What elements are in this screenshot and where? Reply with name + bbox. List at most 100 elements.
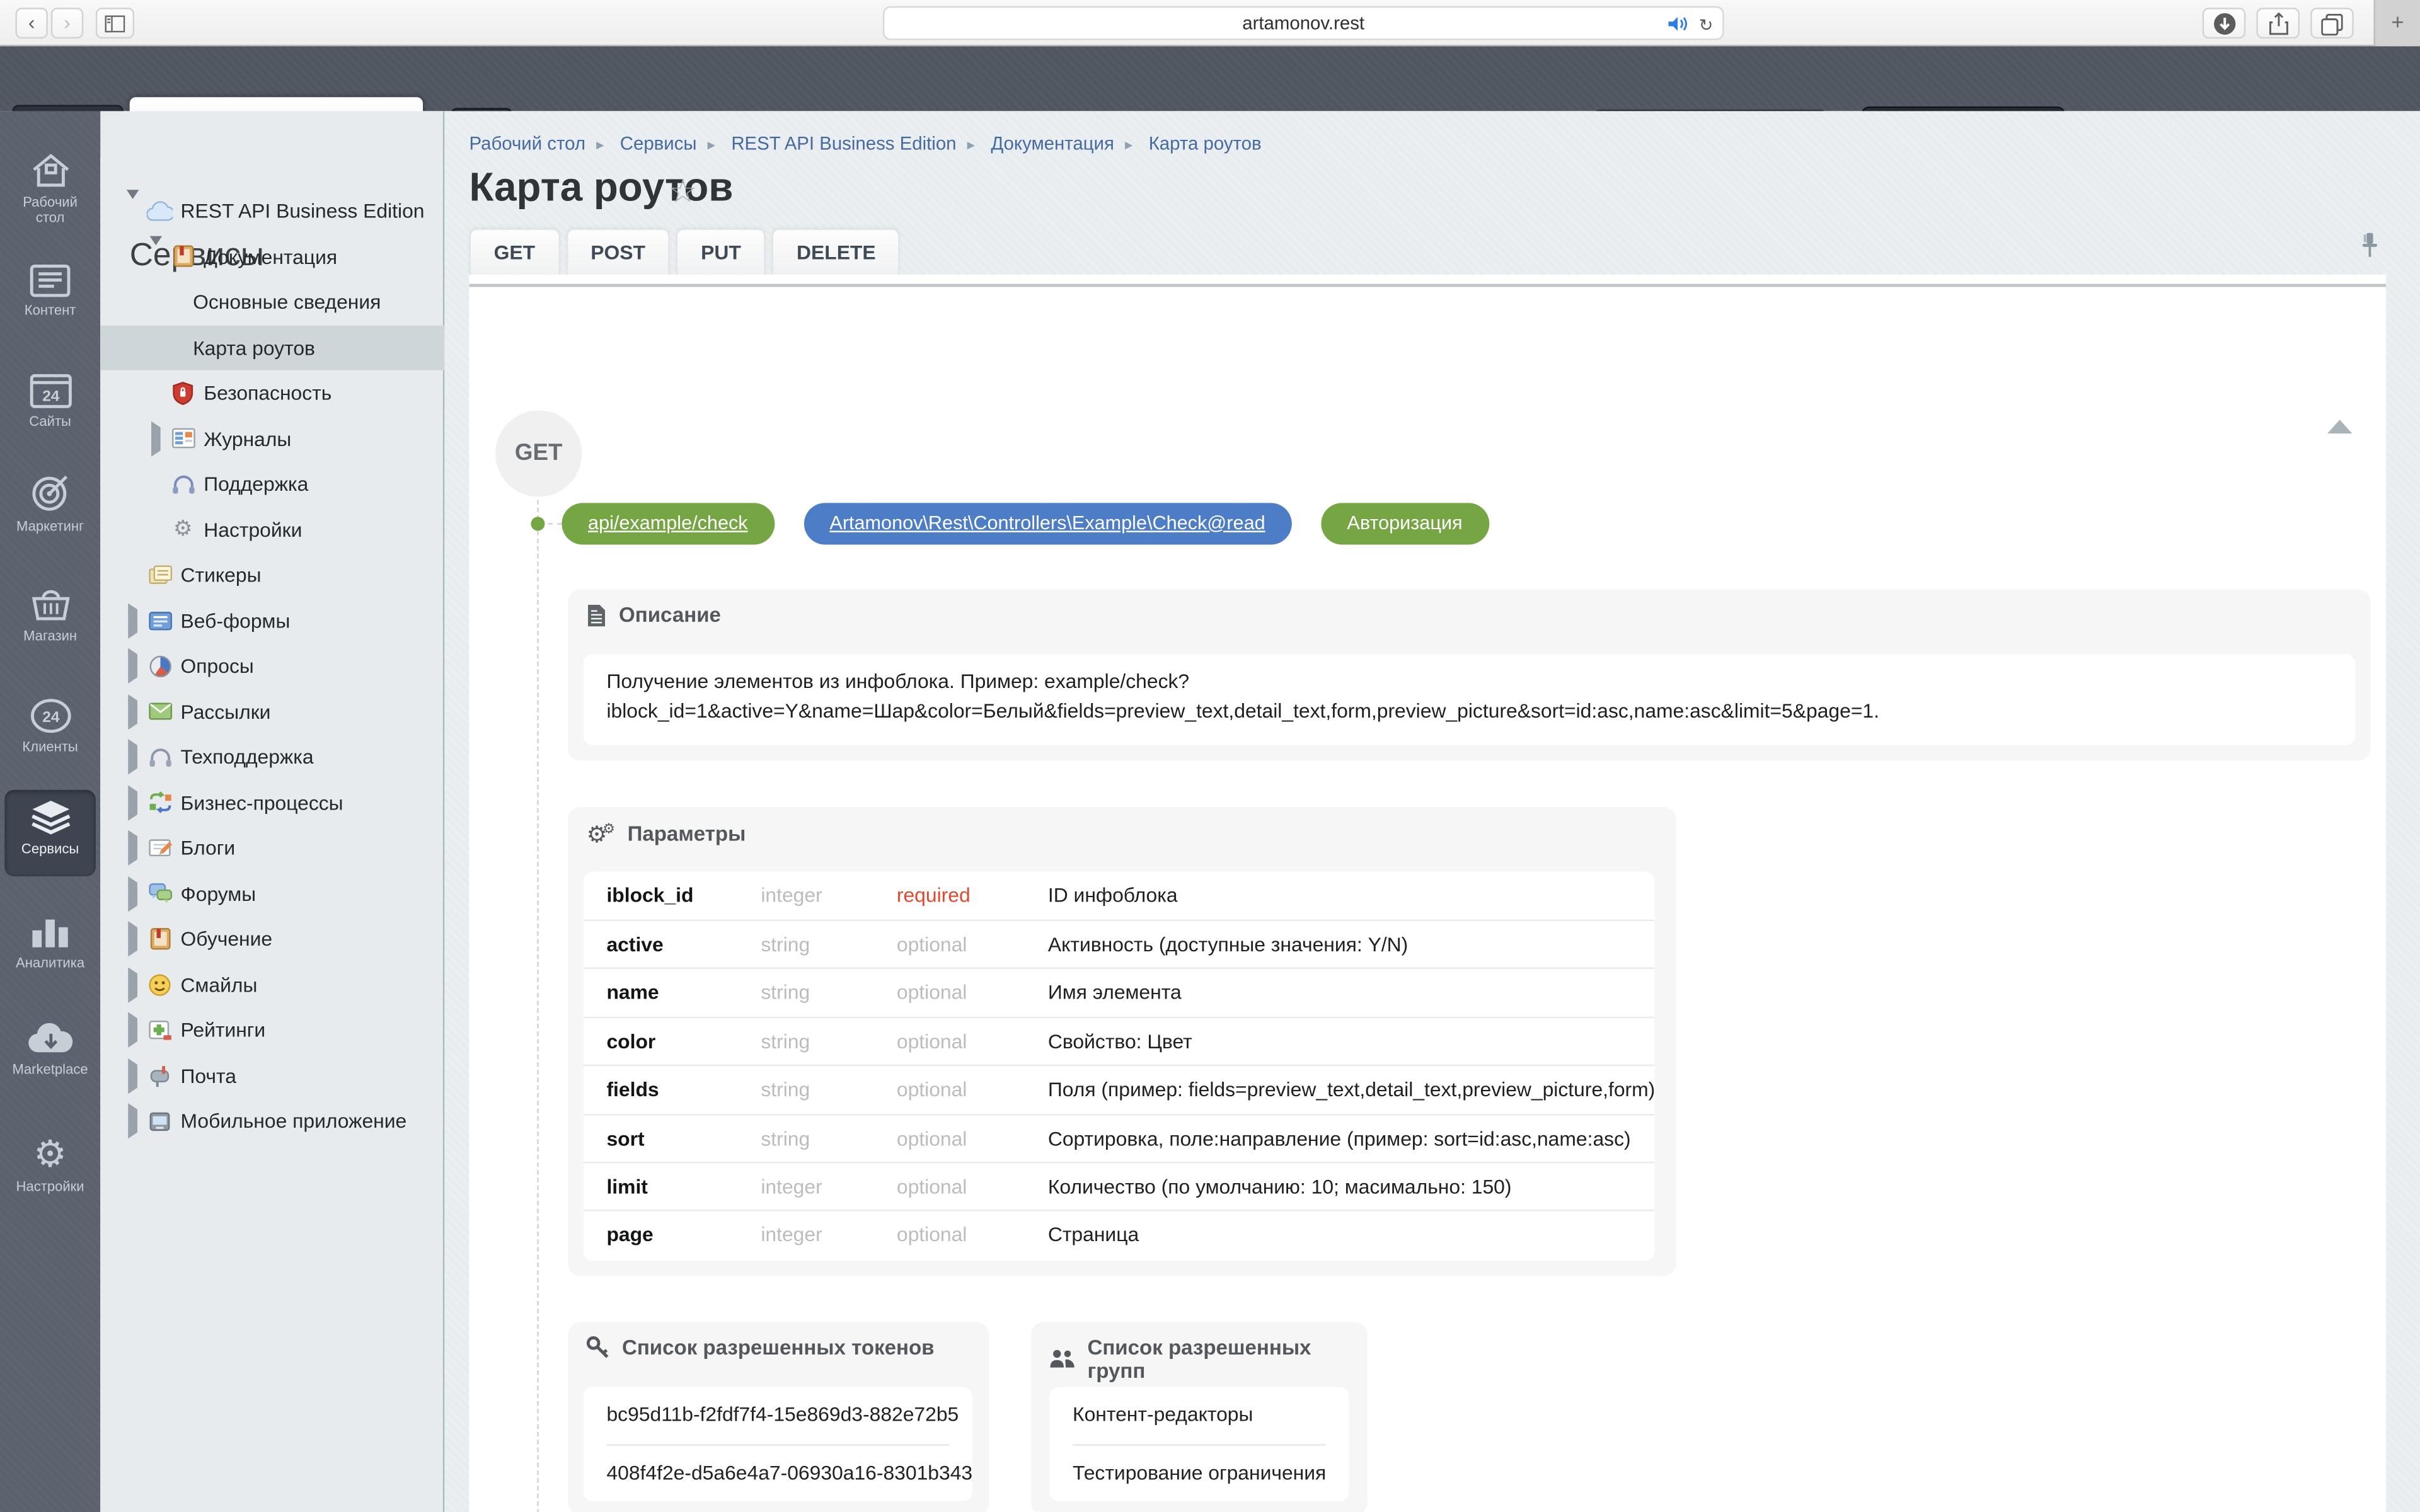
rail-item-store[interactable]: Магазин bbox=[0, 587, 100, 643]
tab-post[interactable]: POST bbox=[566, 228, 671, 275]
route-auth-badge: Авторизация bbox=[1320, 502, 1489, 544]
gear-icon: ⚙ bbox=[33, 1132, 67, 1176]
sidebar-item-documentation[interactable]: Документация bbox=[100, 234, 444, 279]
sidebar-item-training[interactable]: Обучение bbox=[100, 917, 444, 962]
description-title: Описание bbox=[619, 603, 721, 627]
timeline-dot bbox=[531, 516, 545, 530]
layers-icon bbox=[30, 801, 70, 835]
reload-icon[interactable]: ↻ bbox=[1699, 15, 1714, 35]
sidebar-item-mobile-app[interactable]: Мобильное приложение bbox=[100, 1099, 444, 1144]
rail-item-analytics[interactable]: Аналитика bbox=[0, 914, 100, 970]
admin-header: Сайт Администрирование i 3 ⚙ Настройки п… bbox=[0, 46, 2420, 158]
audio-icon[interactable] bbox=[1668, 15, 1688, 32]
expand-arrow-icon[interactable] bbox=[127, 876, 144, 912]
method-tabs: GET POST PUT DELETE bbox=[469, 228, 901, 275]
sidebar-item-ratings[interactable]: Рейтинги bbox=[100, 1007, 444, 1053]
bullet-icon bbox=[127, 563, 142, 587]
address-bar[interactable]: artamonov.rest ↻ bbox=[882, 6, 1724, 40]
param-requirement: optional bbox=[896, 1078, 967, 1102]
sidebar-item-web-forms[interactable]: Веб-формы bbox=[100, 598, 444, 643]
rail-item-services[interactable]: Сервисы bbox=[0, 799, 100, 856]
sidebar-item-journals[interactable]: Журналы bbox=[100, 416, 444, 461]
main-content: Рабочий стол ▸ Сервисы ▸ REST API Business… bbox=[444, 111, 2420, 1512]
breadcrumb-link[interactable]: Документация bbox=[991, 133, 1114, 154]
rail-item-desktop[interactable]: Рабочий стол bbox=[0, 151, 100, 226]
sidebar-item-mail[interactable]: Почта bbox=[100, 1053, 444, 1098]
param-name: name bbox=[606, 981, 659, 1005]
sidebar-item-business-processes[interactable]: Бизнес-процессы bbox=[100, 780, 444, 825]
browser-sidebar-toggle[interactable] bbox=[95, 8, 135, 39]
url-text: artamonov.rest bbox=[1242, 12, 1365, 34]
browser-chrome: ‹ › artamonov.rest ↻ + bbox=[0, 0, 2420, 47]
sidebar-item-polls[interactable]: Опросы bbox=[100, 643, 444, 689]
favorite-star-icon[interactable]: ☆ bbox=[668, 173, 697, 210]
pin-page-button[interactable] bbox=[2358, 231, 2382, 266]
rating-plus-icon bbox=[147, 1017, 173, 1043]
sidebar-item-security[interactable]: Безопасность bbox=[100, 370, 444, 416]
sidebar-item-newsletters[interactable]: Рассылки bbox=[100, 689, 444, 734]
breadcrumb-link[interactable]: Рабочий стол bbox=[469, 133, 585, 154]
breadcrumb-link[interactable]: Сервисы bbox=[620, 133, 697, 154]
browser-forward-button[interactable]: › bbox=[50, 8, 84, 39]
rail-item-marketplace[interactable]: Marketplace bbox=[0, 1022, 100, 1077]
plus-icon: + bbox=[2391, 9, 2404, 34]
expand-arrow-icon[interactable] bbox=[127, 784, 144, 821]
share-button[interactable] bbox=[2256, 8, 2300, 39]
expand-arrow-icon[interactable] bbox=[127, 648, 144, 684]
tab-overview-button[interactable] bbox=[2310, 8, 2354, 39]
sidebar-item-smileys[interactable]: Смайлы bbox=[100, 962, 444, 1007]
param-requirement: optional bbox=[896, 1223, 967, 1247]
param-name: active bbox=[606, 932, 664, 956]
shield-icon bbox=[170, 380, 196, 406]
expand-arrow-icon[interactable] bbox=[127, 1103, 144, 1139]
collapse-arrow-icon[interactable] bbox=[149, 236, 165, 275]
expand-arrow-icon[interactable] bbox=[127, 694, 144, 730]
sidebar-item-helpdesk[interactable]: Техподдержка bbox=[100, 735, 444, 780]
expand-arrow-icon[interactable] bbox=[127, 921, 144, 957]
route-controller-badge[interactable]: Artamonov\Rest\Controllers\Example\Check… bbox=[803, 502, 1292, 544]
breadcrumb: Рабочий стол ▸ Сервисы ▸ REST API Business… bbox=[469, 133, 1261, 154]
expand-arrow-icon[interactable] bbox=[127, 739, 144, 776]
expand-arrow-icon[interactable] bbox=[127, 830, 144, 866]
workflow-icon bbox=[147, 789, 173, 816]
expand-arrow-icon[interactable] bbox=[150, 420, 167, 457]
sidebar-item-route-map[interactable]: Карта роутов bbox=[100, 324, 445, 370]
rail-item-content[interactable]: Контент bbox=[0, 264, 100, 318]
param-requirement: required bbox=[896, 883, 971, 907]
expand-arrow-icon[interactable] bbox=[127, 1058, 144, 1094]
basket-icon bbox=[31, 590, 69, 621]
sidebar-item-stickers[interactable]: Стикеры bbox=[100, 553, 444, 598]
route-url-badge[interactable]: api/example/check bbox=[562, 502, 775, 544]
tab-put[interactable]: PUT bbox=[676, 228, 766, 275]
sidebar-item-rest-api[interactable]: REST API Business Edition bbox=[100, 188, 444, 234]
new-tab-button[interactable]: + bbox=[2373, 0, 2420, 47]
param-description: Активность (доступные значения: Y/N) bbox=[1047, 932, 1409, 956]
sidebar-item-general-info[interactable]: Основные сведения bbox=[100, 279, 444, 324]
expand-arrow-icon[interactable] bbox=[127, 966, 144, 1003]
pie-chart-icon bbox=[147, 653, 173, 680]
breadcrumb-link[interactable]: REST API Business Edition bbox=[731, 133, 956, 154]
downloads-button[interactable] bbox=[2202, 8, 2246, 39]
route-badges: api/example/check Artamonov\Rest\Control… bbox=[562, 502, 1489, 544]
expand-arrow-icon[interactable] bbox=[127, 1012, 144, 1048]
tab-get[interactable]: GET bbox=[469, 228, 560, 275]
sidebar-item-forums[interactable]: Форумы bbox=[100, 871, 444, 916]
collapse-arrow-icon[interactable] bbox=[126, 190, 142, 229]
rail-item-settings[interactable]: ⚙ Настройки bbox=[0, 1134, 100, 1194]
sidebar-item-settings[interactable]: ⚙ Настройки bbox=[100, 507, 444, 552]
key-icon bbox=[586, 1335, 609, 1358]
mobile-icon bbox=[147, 1108, 173, 1135]
rail-item-sites[interactable]: 24 Сайты bbox=[0, 374, 100, 429]
collapse-section-icon[interactable] bbox=[2327, 418, 2353, 433]
rail-item-marketing[interactable]: Маркетинг bbox=[0, 472, 100, 534]
module-rail: Рабочий стол Контент 24 Сайты Маркетинг … bbox=[0, 111, 101, 1512]
rail-item-clients[interactable]: 24 Клиенты bbox=[0, 697, 100, 755]
param-name: iblock_id bbox=[606, 883, 694, 907]
tab-delete[interactable]: DELETE bbox=[771, 228, 901, 275]
browser-back-button[interactable]: ‹ bbox=[15, 8, 48, 39]
param-requirement: optional bbox=[896, 932, 967, 956]
expand-arrow-icon[interactable] bbox=[127, 602, 144, 639]
sidebar-item-support[interactable]: Поддержка bbox=[100, 461, 444, 507]
breadcrumb-link[interactable]: Карта роутов bbox=[1149, 133, 1262, 154]
sidebar-item-blogs[interactable]: Блоги bbox=[100, 825, 444, 871]
